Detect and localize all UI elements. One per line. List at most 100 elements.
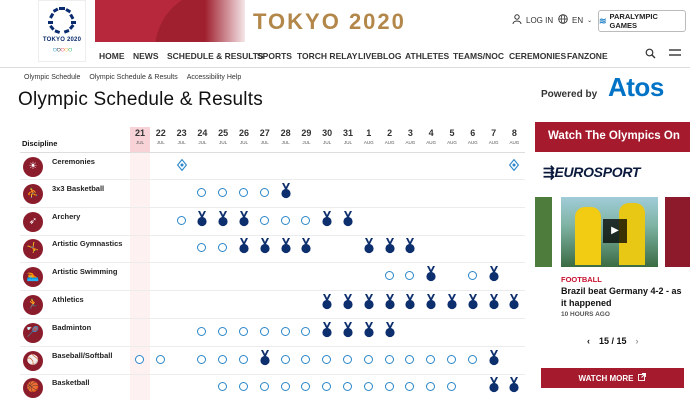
session-dot[interactable]	[447, 354, 456, 364]
session-dot[interactable]	[239, 326, 248, 336]
ceremony-event-icon[interactable]	[509, 158, 520, 172]
date-header[interactable]: 1 AUG	[359, 127, 379, 153]
medal-event-icon[interactable]	[342, 294, 354, 310]
date-header[interactable]: 3 AUG	[400, 127, 420, 153]
sport-row[interactable]: 🏊 Artistic Swimming	[20, 263, 525, 292]
eurosport-logo[interactable]: ⇶EUROSPORT	[543, 164, 640, 181]
medal-event-icon[interactable]	[363, 321, 375, 338]
medal-event-icon[interactable]	[238, 210, 250, 227]
session-dot[interactable]	[197, 187, 207, 197]
date-header[interactable]: 7 AUG	[484, 127, 504, 153]
session-dot[interactable]	[197, 354, 207, 364]
date-header[interactable]: 4 AUG	[421, 127, 441, 153]
sport-row[interactable]: 🏸 Badminton	[20, 319, 525, 347]
date-header[interactable]: 2 AUG	[380, 127, 400, 153]
date-header[interactable]: 25 JUL	[213, 127, 233, 153]
date-header[interactable]: 24 JUL	[192, 127, 212, 153]
medal-event-icon[interactable]	[488, 294, 500, 310]
session-dot[interactable]	[259, 326, 269, 336]
session-dot[interactable]	[239, 187, 248, 197]
session-dot[interactable]	[155, 354, 165, 364]
medal-event-icon[interactable]	[425, 294, 437, 310]
login-link[interactable]: LOG IN	[512, 14, 553, 26]
session-dot[interactable]	[197, 243, 207, 253]
session-dot[interactable]	[363, 354, 373, 364]
medal-event-icon[interactable]	[342, 210, 354, 227]
session-dot[interactable]	[384, 354, 394, 364]
medal-event-icon[interactable]	[321, 294, 333, 310]
chevron-right-icon[interactable]: ›	[636, 336, 639, 346]
session-dot[interactable]	[218, 326, 228, 336]
nav-liveblog[interactable]: LIVEBLOG	[358, 51, 401, 61]
medal-event-icon[interactable]	[217, 210, 229, 227]
medal-event-icon[interactable]	[404, 294, 416, 310]
medal-event-icon[interactable]	[321, 321, 333, 338]
medal-event-icon[interactable]	[384, 238, 396, 254]
article-headline[interactable]: Brazil beat Germany 4-2 - as it happened	[561, 285, 689, 309]
breadcrumb-accessibility[interactable]: Accessibility Help	[187, 74, 241, 81]
date-header[interactable]: 28 JUL	[276, 127, 296, 153]
session-dot[interactable]	[322, 382, 332, 392]
paralympic-games-button[interactable]: ≋ PARALYMPIC GAMES	[598, 10, 686, 32]
medal-event-icon[interactable]	[196, 210, 208, 227]
date-header[interactable]: 6 AUG	[463, 127, 483, 153]
session-dot[interactable]	[384, 271, 394, 281]
date-header[interactable]: 31 JUL	[338, 127, 358, 153]
session-dot[interactable]	[301, 215, 311, 225]
session-dot[interactable]	[218, 187, 228, 197]
session-dot[interactable]	[239, 382, 248, 392]
session-dot[interactable]	[405, 354, 415, 364]
session-dot[interactable]	[197, 326, 207, 336]
video-thumbnail[interactable]: ▶	[561, 197, 658, 267]
medal-event-icon[interactable]	[363, 238, 375, 254]
medal-event-icon[interactable]	[321, 210, 333, 227]
nav-schedule[interactable]: SCHEDULE & RESULTS	[167, 51, 264, 61]
session-dot[interactable]	[322, 354, 332, 364]
session-dot[interactable]	[384, 382, 394, 392]
medal-event-icon[interactable]	[363, 294, 375, 310]
nav-athletes[interactable]: ATHLETES	[405, 51, 449, 61]
medal-event-icon[interactable]	[488, 266, 500, 282]
date-header[interactable]: 29 JUL	[296, 127, 316, 153]
medal-event-icon[interactable]	[488, 377, 500, 393]
medal-event-icon[interactable]	[300, 238, 312, 254]
session-dot[interactable]	[280, 354, 290, 364]
sport-row[interactable]: 🏃 Athletics	[20, 291, 525, 319]
sport-row[interactable]: ➶ Archery	[20, 208, 525, 236]
medal-event-icon[interactable]	[384, 321, 396, 338]
session-dot[interactable]	[301, 326, 311, 336]
session-dot[interactable]	[218, 354, 228, 364]
session-dot[interactable]	[426, 382, 436, 392]
session-dot[interactable]	[218, 243, 228, 253]
medal-event-icon[interactable]	[508, 294, 520, 310]
date-header[interactable]: 26 JUL	[234, 127, 254, 153]
session-dot[interactable]	[259, 382, 269, 392]
session-dot[interactable]	[239, 354, 248, 364]
session-dot[interactable]	[301, 382, 311, 392]
medal-event-icon[interactable]	[342, 321, 354, 338]
session-dot[interactable]	[259, 215, 269, 225]
menu-icon[interactable]	[669, 48, 681, 60]
session-dot[interactable]	[426, 354, 436, 364]
medal-event-icon[interactable]	[488, 349, 500, 366]
date-header[interactable]: 22 JUL	[151, 127, 171, 153]
watch-more-button[interactable]: WATCH MORE	[541, 368, 684, 388]
play-icon[interactable]: ▶	[603, 219, 627, 243]
atos-logo[interactable]: Atos	[608, 72, 664, 103]
session-dot[interactable]	[280, 326, 290, 336]
session-dot[interactable]	[280, 215, 290, 225]
medal-event-icon[interactable]	[259, 349, 271, 366]
medal-event-icon[interactable]	[384, 294, 396, 310]
session-dot[interactable]	[176, 215, 186, 225]
sport-row[interactable]: 🏀 Basketball	[20, 374, 525, 400]
nav-teams-noc[interactable]: TEAMS/NOC	[453, 51, 504, 61]
sport-row[interactable]: ⚾ Baseball/Softball	[20, 347, 525, 375]
date-header[interactable]: 5 AUG	[442, 127, 462, 153]
medal-event-icon[interactable]	[425, 266, 437, 282]
nav-news[interactable]: NEWS	[133, 51, 159, 61]
session-dot[interactable]	[135, 354, 144, 364]
language-selector[interactable]: EN ⌄	[558, 14, 592, 26]
session-dot[interactable]	[467, 354, 477, 364]
sport-row[interactable]: ⛹ 3x3 Basketball	[20, 180, 525, 208]
date-header[interactable]: 30 JUL	[317, 127, 337, 153]
